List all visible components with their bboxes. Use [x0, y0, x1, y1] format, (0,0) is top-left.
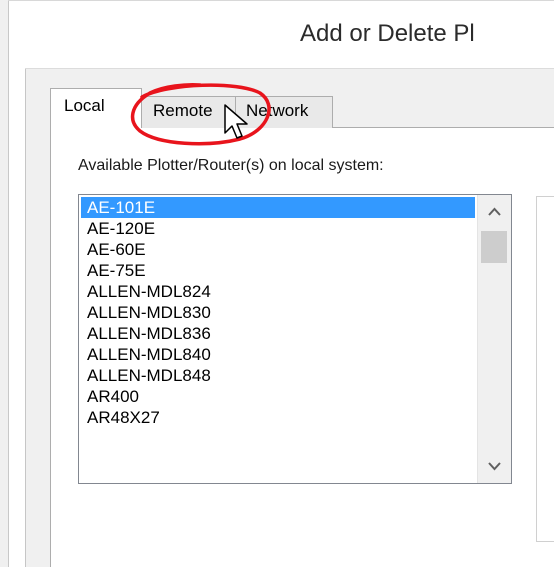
chevron-down-icon [488, 462, 501, 471]
tab-network[interactable]: Network [235, 96, 333, 128]
window-left-border [0, 0, 9, 567]
scroll-down-button[interactable] [478, 449, 511, 483]
tab-remote-label: Remote [153, 101, 213, 120]
tab-network-label: Network [246, 101, 309, 120]
tab-local[interactable]: Local [50, 88, 142, 128]
details-panel-partial [536, 196, 554, 542]
list-item[interactable]: ALLEN-MDL830 [81, 302, 475, 323]
vertical-scrollbar[interactable] [477, 195, 511, 483]
list-item[interactable]: AE-75E [81, 260, 475, 281]
tab-local-label: Local [64, 96, 105, 115]
chevron-up-icon [488, 207, 501, 216]
scroll-up-button[interactable] [478, 195, 511, 229]
tab-remote[interactable]: Remote [141, 96, 236, 128]
list-item[interactable]: AR400 [81, 386, 475, 407]
plotter-list-items: AE-101E AE-120E AE-60E AE-75E ALLEN-MDL8… [81, 197, 475, 428]
plotter-list-label: Available Plotter/Router(s) on local sys… [78, 157, 384, 174]
plotter-listbox[interactable]: AE-101E AE-120E AE-60E AE-75E ALLEN-MDL8… [78, 194, 512, 484]
dialog-title: Add or Delete Pl [300, 20, 475, 47]
list-item[interactable]: AE-101E [81, 197, 475, 218]
list-item[interactable]: ALLEN-MDL824 [81, 281, 475, 302]
list-item[interactable]: ALLEN-MDL836 [81, 323, 475, 344]
window-top-border [8, 0, 554, 1]
scrollbar-thumb[interactable] [481, 231, 507, 263]
list-item[interactable]: ALLEN-MDL848 [81, 365, 475, 386]
list-item[interactable]: ALLEN-MDL840 [81, 344, 475, 365]
list-item[interactable]: AE-60E [81, 239, 475, 260]
list-item[interactable]: AE-120E [81, 218, 475, 239]
list-item[interactable]: AR48X27 [81, 407, 475, 428]
